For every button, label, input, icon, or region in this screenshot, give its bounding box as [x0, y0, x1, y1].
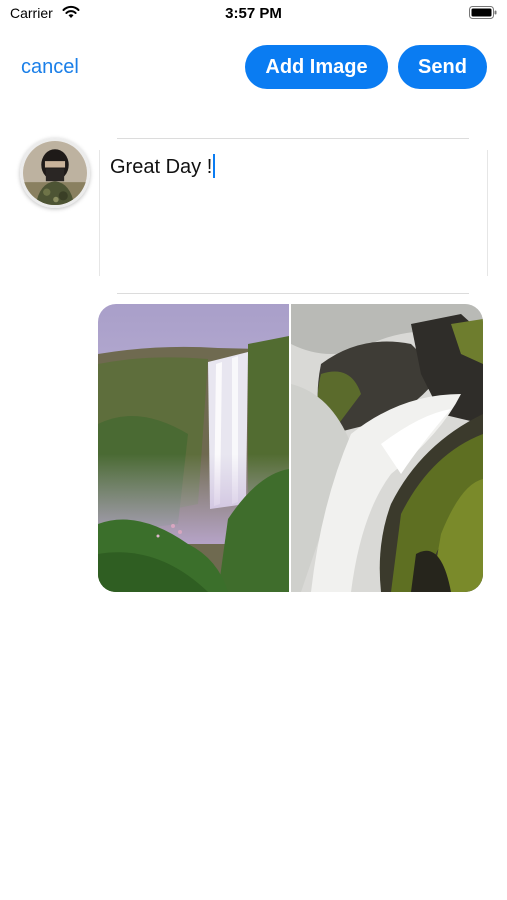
clock: 3:57 PM	[225, 5, 282, 22]
user-avatar[interactable]	[20, 138, 90, 208]
compose-text-wrap: Great Day !	[110, 154, 216, 179]
compose-separator-bottom	[117, 293, 469, 294]
compose-separator-top	[117, 138, 469, 139]
waterfall-rocks-photo[interactable]	[291, 304, 483, 592]
add-image-button[interactable]: Add Image	[245, 45, 388, 89]
attachment-gallery	[98, 304, 483, 592]
waterfall-cliff-photo[interactable]	[98, 304, 289, 592]
cancel-button[interactable]: cancel	[21, 56, 79, 79]
waterfall-rocks-image	[291, 304, 483, 592]
battery-icon	[469, 6, 497, 19]
send-button[interactable]: Send	[398, 45, 487, 89]
avatar-image	[23, 141, 87, 205]
status-bar: Carrier 3:57 PM	[0, 0, 507, 28]
compose-text-field[interactable]: Great Day !	[99, 150, 488, 276]
waterfall-cliff-image	[98, 304, 289, 592]
compose-text: Great Day !	[110, 156, 213, 178]
text-caret	[213, 154, 216, 178]
